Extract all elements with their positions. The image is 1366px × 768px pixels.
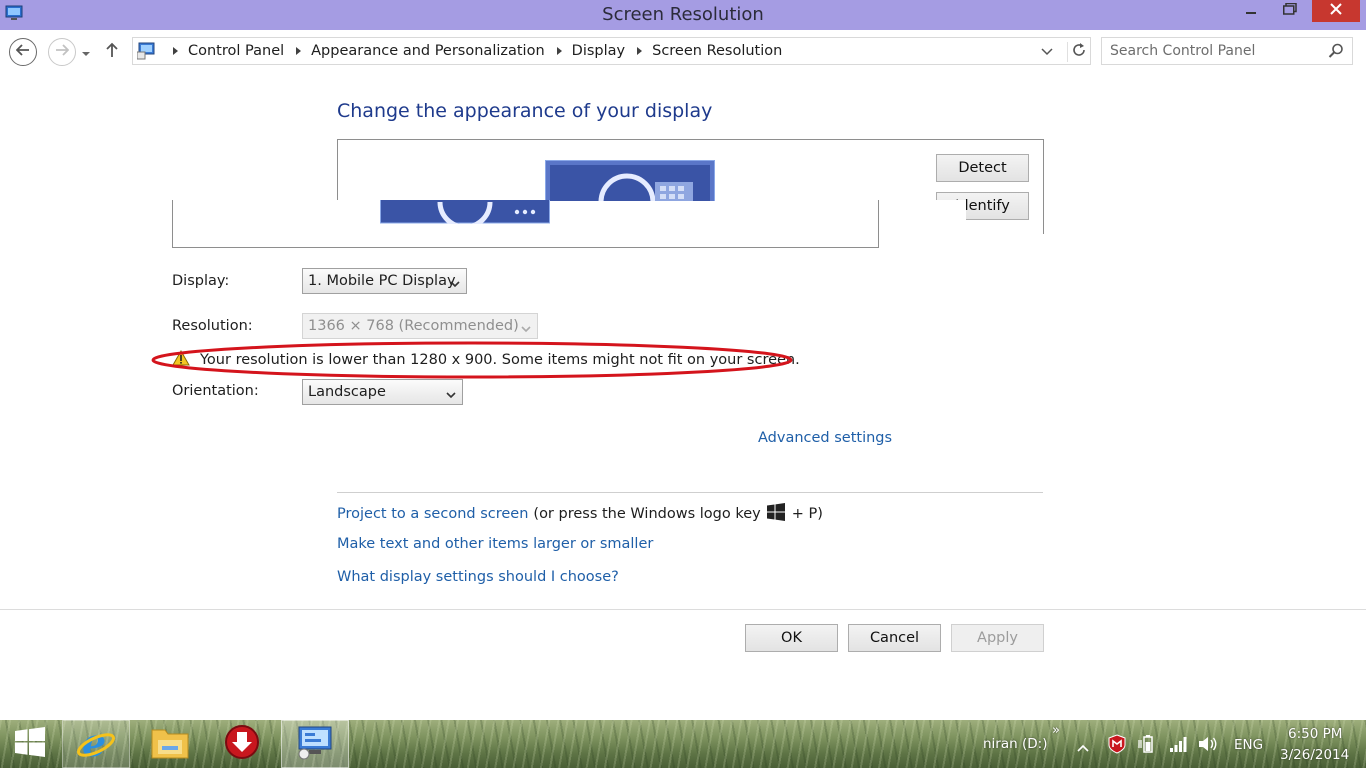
breadcrumb-separator-icon: [173, 47, 178, 55]
back-button[interactable]: [9, 38, 37, 66]
address-dropdown-icon[interactable]: [1041, 45, 1053, 61]
forward-button[interactable]: [48, 38, 76, 66]
breadcrumb-screen-resolution[interactable]: Screen Resolution: [648, 43, 786, 59]
window-title: Screen Resolution: [602, 4, 764, 25]
refresh-icon: [1071, 42, 1087, 62]
text-size-link[interactable]: Make text and other items larger or smal…: [337, 536, 653, 552]
clock-time[interactable]: 6:50 PM: [1288, 726, 1342, 742]
address-box[interactable]: Control Panel Appearance and Personaliza…: [132, 37, 1091, 65]
network-signal-icon[interactable]: [1168, 734, 1188, 758]
breadcrumb: Control Panel Appearance and Personaliza…: [165, 43, 786, 59]
display-settings-help-link[interactable]: What display settings should I choose?: [337, 569, 619, 585]
resolution-select[interactable]: 1366 × 768 (Recommended): [302, 313, 538, 339]
orientation-select-value: Landscape: [308, 384, 386, 400]
mcafee-icon[interactable]: [1108, 734, 1126, 758]
resolution-label: Resolution:: [172, 318, 253, 334]
breadcrumb-appearance[interactable]: Appearance and Personalization: [307, 43, 549, 59]
file-explorer-icon: [150, 724, 190, 764]
advanced-settings-link[interactable]: Advanced settings: [758, 430, 892, 446]
chevron-down-icon: [450, 276, 460, 292]
input-language[interactable]: ENG: [1234, 737, 1263, 753]
project-row: Project to a second screen (or press the…: [337, 503, 823, 525]
breadcrumb-display[interactable]: Display: [568, 43, 629, 59]
forward-arrow-icon: [55, 44, 70, 60]
project-second-screen-link[interactable]: Project to a second screen: [337, 506, 528, 522]
minimize-icon: [1245, 3, 1257, 19]
internet-explorer-icon: e: [76, 720, 116, 765]
monitor-preview-edge: [1043, 200, 1044, 234]
windows-logo-icon: [766, 503, 785, 525]
taskbar-wallpaper: [0, 720, 1366, 768]
project-hint-suffix: + P): [791, 506, 823, 522]
volume-icon[interactable]: [1197, 734, 1219, 758]
resolution-select-value: 1366 × 768 (Recommended): [308, 318, 519, 334]
orientation-label: Orientation:: [172, 383, 259, 399]
breadcrumb-separator-icon: [637, 47, 643, 55]
monitor-thumbnail-2[interactable]: [545, 160, 715, 201]
close-icon: [1330, 3, 1342, 19]
ok-button[interactable]: OK: [745, 624, 838, 652]
search-icon[interactable]: [1328, 43, 1344, 63]
search-box[interactable]: [1101, 37, 1353, 65]
page-title: Change the appearance of your display: [337, 100, 713, 122]
detect-button[interactable]: Detect: [936, 154, 1029, 182]
apply-button[interactable]: Apply: [951, 624, 1044, 652]
show-hidden-icons-icon[interactable]: [1077, 740, 1089, 756]
chevron-down-icon: [446, 387, 456, 403]
start-icon: [15, 727, 45, 761]
breadcrumb-separator-icon: [556, 47, 562, 55]
orientation-select[interactable]: Landscape: [302, 379, 463, 405]
minimize-button[interactable]: [1236, 0, 1266, 22]
cancel-button[interactable]: Cancel: [848, 624, 941, 652]
up-arrow-icon[interactable]: [106, 42, 118, 62]
taskbar-internet-explorer[interactable]: e: [62, 720, 130, 768]
maximize-button[interactable]: [1275, 0, 1305, 22]
breadcrumb-control-panel[interactable]: Control Panel: [184, 43, 288, 59]
display-select-value: 1. Mobile PC Display: [308, 273, 456, 289]
control-panel-icon: [136, 42, 157, 64]
display-label: Display:: [172, 273, 230, 289]
taskbar-control-panel[interactable]: [281, 720, 349, 768]
taskbar-file-explorer[interactable]: [136, 720, 204, 768]
identify-occluder: [936, 200, 966, 222]
monitor-thumbnail-1[interactable]: [380, 200, 550, 224]
footer-divider: [0, 609, 1366, 610]
clock-date[interactable]: 3/26/2014: [1280, 747, 1349, 763]
toolbar-drive-label[interactable]: niran (D:): [983, 736, 1047, 752]
power-icon[interactable]: [1138, 734, 1158, 758]
history-chevron-icon[interactable]: [82, 45, 90, 61]
toolbar-chevron[interactable]: »: [1052, 723, 1060, 738]
maximize-icon: [1283, 2, 1297, 19]
download-icon: [224, 724, 260, 764]
project-hint-prefix: (or press the Windows logo key: [533, 506, 761, 522]
address-bar: Control Panel Appearance and Personaliza…: [0, 30, 1366, 72]
display-select[interactable]: 1. Mobile PC Display: [302, 268, 467, 294]
title-bar: Screen Resolution: [0, 0, 1366, 30]
annotation-ellipse: [151, 341, 793, 379]
back-arrow-icon: [15, 44, 30, 60]
breadcrumb-separator-icon: [296, 47, 302, 55]
close-button[interactable]: [1312, 0, 1360, 22]
refresh-button[interactable]: [1067, 42, 1089, 62]
chevron-down-icon: [521, 321, 531, 337]
search-input[interactable]: [1110, 42, 1320, 60]
taskbar-download-manager[interactable]: [208, 720, 276, 768]
taskbar: e niran (D:) » ENG 6:50 PM 3/26/2014: [0, 720, 1366, 768]
section-divider: [337, 492, 1043, 493]
control-panel-task-icon: [295, 724, 335, 764]
start-button[interactable]: [0, 720, 60, 768]
